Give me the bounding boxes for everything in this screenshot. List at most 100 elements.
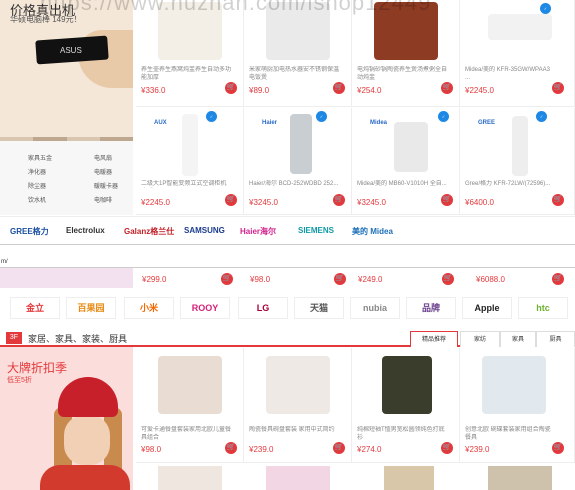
cart-icon[interactable]: 🛒 <box>225 194 237 206</box>
product-price: ¥336.0 <box>141 86 166 95</box>
cart-icon[interactable]: 🛒 <box>552 442 564 454</box>
product-card[interactable]: Midea ✓ Midea/美的 MB60-V1010H 全自... ¥3245… <box>352 108 460 215</box>
brand-logo[interactable]: nubia <box>350 297 400 319</box>
brand-logo[interactable]: 百果园 <box>66 297 116 319</box>
product-card[interactable]: 养生壶养生燕窝炖盅养生自动多功能加厚 ¥336.0 🛒 <box>136 0 244 107</box>
product-image[interactable] <box>266 466 330 490</box>
cart-icon[interactable]: 🛒 <box>552 82 564 94</box>
product-name[interactable]: 纯棉短袖T恤男宽松圆领纯色打底衫 <box>357 426 447 442</box>
product-price: ¥6088.0 <box>476 275 505 284</box>
category-link[interactable]: 电风扇 <box>94 153 112 162</box>
cart-icon[interactable]: 🛒 <box>552 273 564 285</box>
stick-logo: ASUS <box>60 46 82 55</box>
model-image <box>64 415 110 465</box>
brand-link[interactable]: 美的 Midea <box>352 226 393 237</box>
floor-title: 家居、家具、家装、厨具 <box>28 334 128 344</box>
product-name[interactable]: 米家萌厨加电热水器安不锈钢保温电饭煲 <box>249 66 339 82</box>
cart-icon[interactable]: 🛒 <box>441 194 453 206</box>
promo-banner[interactable]: 大牌折扣季 低至5折 <box>0 347 133 490</box>
cart-icon[interactable]: 🛒 <box>334 273 346 285</box>
brand-logo-row: 金立 百果园 小米 ROOY LG 天猫 nubia 品牌 Apple htc <box>0 293 575 323</box>
product-image[interactable] <box>488 466 552 490</box>
tab-recommend[interactable]: 精品推荐 <box>410 331 458 347</box>
cart-icon[interactable]: 🛒 <box>442 273 454 285</box>
product-image[interactable] <box>158 466 222 490</box>
brand-logo[interactable]: 品牌 <box>406 297 456 319</box>
brand-logo[interactable]: Apple <box>462 297 512 319</box>
brand-link[interactable]: Haier海尔 <box>240 226 276 237</box>
product-name[interactable]: 陶瓷餐具碗盘套装 家用中式简约 <box>249 426 339 442</box>
product-name[interactable]: 养生壶养生燕窝炖盅养生自动多功能加厚 <box>141 66 231 82</box>
product-price: ¥3245.0 <box>249 198 278 207</box>
address-bar[interactable]: m/ <box>0 244 575 268</box>
product-name[interactable]: Midea/美的 KFR-35GW/WPAA3 ... <box>465 66 555 82</box>
product-price: ¥239.0 <box>249 445 274 454</box>
badge-icon: ✓ <box>438 111 449 122</box>
product-card[interactable]: ✓ Midea/美的 KFR-35GW/WPAA3 ... ¥2245.0 🛒 <box>460 0 575 107</box>
product-image <box>158 356 222 414</box>
product-card[interactable]: 纯棉短袖T恤男宽松圆领纯色打底衫 ¥274.0 🛒 <box>352 348 460 463</box>
product-price: ¥2245.0 <box>141 198 170 207</box>
product-name[interactable]: 二级大1P智能变频立式空调柜机冷暖 <box>141 180 231 188</box>
brand-logo[interactable]: 小米 <box>124 297 174 319</box>
brand-logo[interactable]: 金立 <box>10 297 60 319</box>
cart-icon[interactable]: 🛒 <box>225 442 237 454</box>
floor-number: 3F <box>6 332 22 344</box>
brand-link[interactable]: SAMSUNG <box>184 226 225 235</box>
category-link[interactable]: 净化器 <box>28 167 46 176</box>
cart-icon[interactable]: 🛒 <box>333 82 345 94</box>
product-price: ¥98.0 <box>141 445 162 454</box>
cart-icon[interactable]: 🛒 <box>441 442 453 454</box>
product-card[interactable]: 电炖锅砂锅陶瓷养生煲汤煮粥全自动炖盅 ¥254.0 🛒 <box>352 0 460 107</box>
cart-icon[interactable]: 🛒 <box>441 82 453 94</box>
brand-logo[interactable]: ROOY <box>180 297 230 319</box>
category-link[interactable]: 饮水机 <box>28 195 46 204</box>
product-card[interactable]: GREE ✓ Gree/格力 KFR-72LW/(72596)... ¥6400… <box>460 108 575 215</box>
product-name[interactable]: Gree/格力 KFR-72LW/(72596)... <box>465 180 555 188</box>
category-link[interactable]: 暖暖卡器 <box>94 181 118 190</box>
product-price: ¥239.0 <box>465 445 490 454</box>
cart-icon[interactable]: 🛒 <box>221 273 233 285</box>
cart-icon[interactable]: 🛒 <box>225 82 237 94</box>
brand-link[interactable]: Galanz格兰仕 <box>124 226 174 237</box>
product-card[interactable]: 创意北欧 碗碟套装家用组合陶瓷餐具 ¥239.0 🛒 <box>460 348 575 463</box>
tab-kitchen[interactable]: 厨具 <box>536 331 575 347</box>
model-image <box>58 377 118 417</box>
banner-title: 大牌折扣季 <box>7 361 68 375</box>
watermark: https://www.huzhan.com/ishop12449 <box>40 0 432 15</box>
product-name[interactable]: 电炖锅砂锅陶瓷养生煲汤煮粥全自动炖盅 <box>357 66 447 82</box>
brand-logo[interactable]: 天猫 <box>294 297 344 319</box>
brand-link[interactable]: SIEMENS <box>298 226 334 235</box>
cart-icon[interactable]: 🛒 <box>552 194 564 206</box>
product-card[interactable]: Haier ✓ Haier/海尔 BCD-252WDBD 252... ¥324… <box>244 108 352 215</box>
row-banner <box>0 268 133 288</box>
url-text: m/ <box>1 259 8 265</box>
product-name[interactable]: Midea/美的 MB60-V1010H 全自... <box>357 180 447 188</box>
product-price: ¥98.0 <box>250 275 271 284</box>
cart-icon[interactable]: 🛒 <box>333 442 345 454</box>
category-link[interactable]: 除尘器 <box>28 181 46 190</box>
product-image <box>382 356 432 414</box>
product-name[interactable]: 可爱卡通餐盘套装家用北欧儿童餐具组合 <box>141 426 231 442</box>
product-image[interactable] <box>384 466 434 490</box>
product-card[interactable]: 米家萌厨加电热水器安不锈钢保温电饭煲 ¥89.0 🛒 <box>244 0 352 107</box>
product-name[interactable]: Haier/海尔 BCD-252WDBD 252... <box>249 180 339 188</box>
tab-bedding[interactable]: 家纺 <box>460 331 500 347</box>
product-card[interactable]: 陶瓷餐具碗盘套装 家用中式简约 ¥239.0 🛒 <box>244 348 352 463</box>
product-name[interactable]: 创意北欧 碗碟套装家用组合陶瓷餐具 <box>465 426 555 442</box>
category-link[interactable]: 电暖器 <box>94 167 112 176</box>
category-link[interactable]: 家具五金 <box>28 153 52 162</box>
badge-icon: ✓ <box>206 111 217 122</box>
product-image <box>482 356 546 414</box>
brand-link[interactable]: GREE格力 <box>10 226 49 237</box>
product-card[interactable]: AUX ✓ 二级大1P智能变频立式空调柜机冷暖 ¥2245.0 🛒 <box>136 108 244 215</box>
tab-furniture[interactable]: 家具 <box>500 331 536 347</box>
product-price: ¥3245.0 <box>357 198 386 207</box>
brand-link[interactable]: Electrolux <box>66 226 105 235</box>
brand-logo: AUX <box>154 120 167 126</box>
category-link[interactable]: 电咖啡 <box>94 195 112 204</box>
brand-logo[interactable]: htc <box>518 297 568 319</box>
product-card[interactable]: 可爱卡通餐盘套装家用北欧儿童餐具组合 ¥98.0 🛒 <box>136 348 244 463</box>
cart-icon[interactable]: 🛒 <box>333 194 345 206</box>
brand-logo[interactable]: LG <box>238 297 288 319</box>
